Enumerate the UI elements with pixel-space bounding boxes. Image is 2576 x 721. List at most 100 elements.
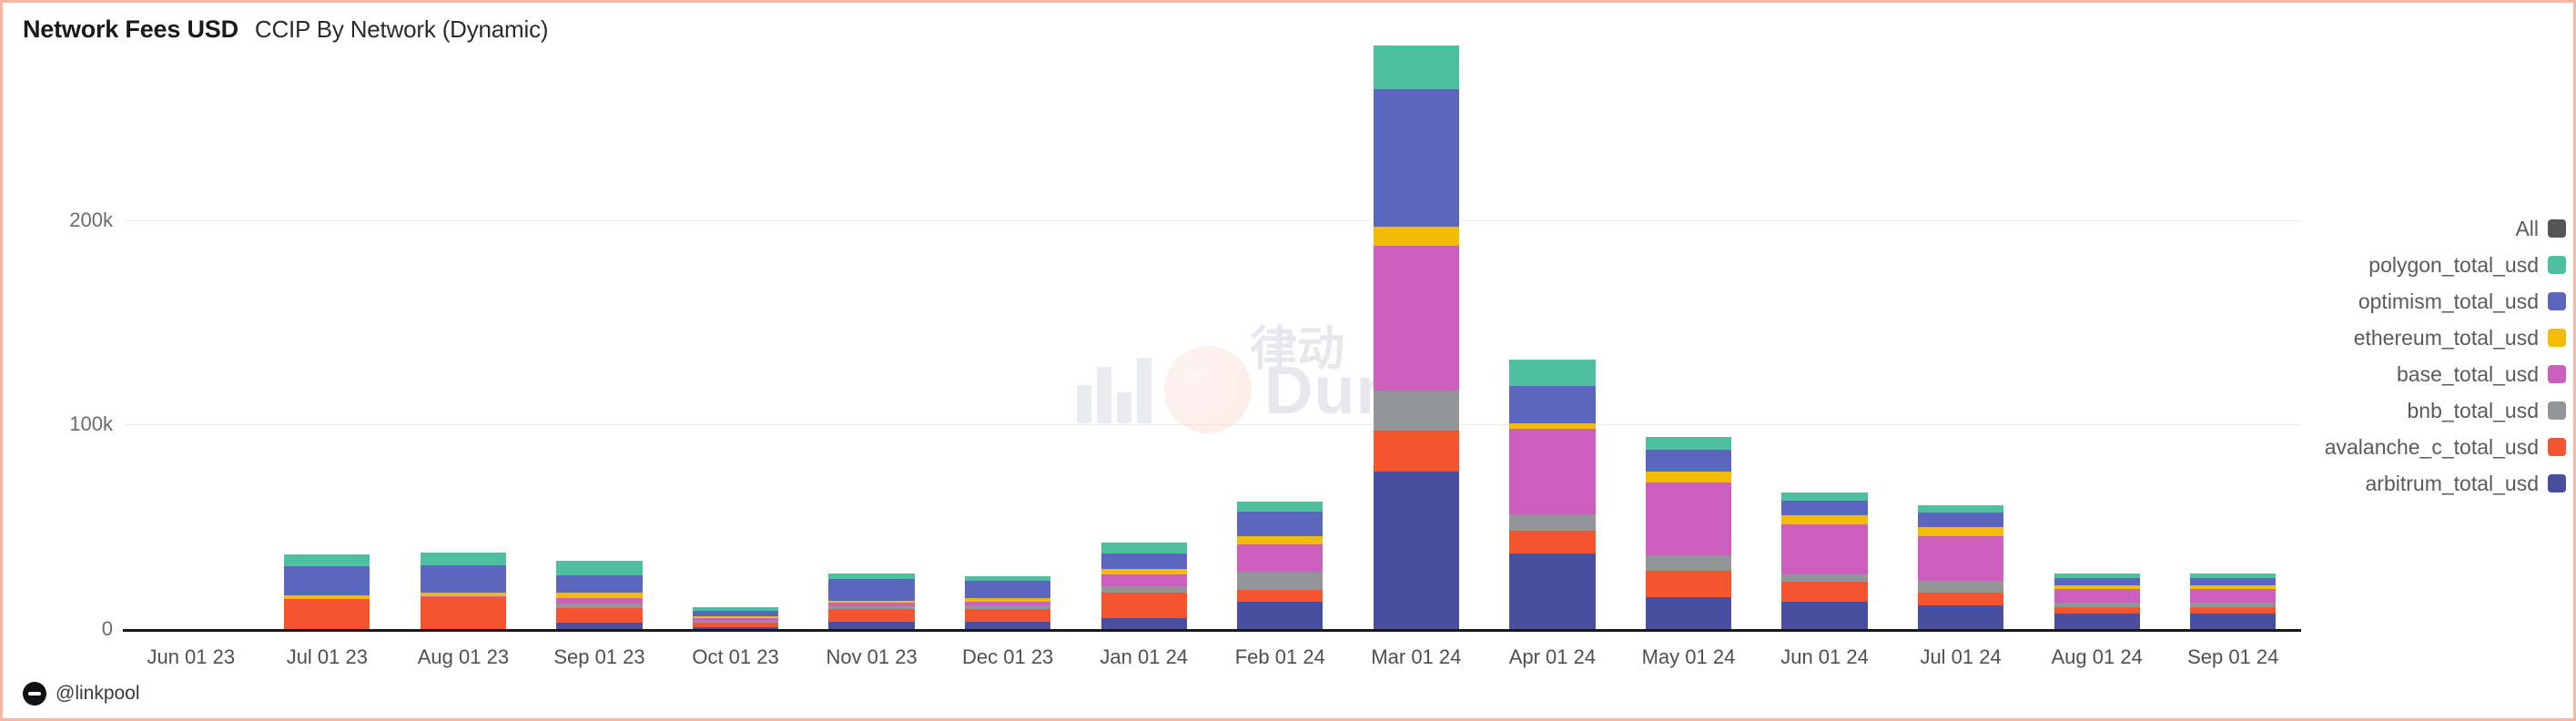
bar-segment-ethereum_total_usd[interactable] (1509, 423, 1596, 429)
bar-segment-optimism_total_usd[interactable] (420, 564, 506, 594)
bar-segment-ethereum_total_usd[interactable] (1237, 535, 1323, 544)
bar-segment-optimism_total_usd[interactable] (1100, 553, 1187, 570)
legend-item-bnb_total_usd[interactable]: bnb_total_usd (2309, 392, 2573, 429)
bar-segment-bnb_total_usd[interactable] (1645, 555, 1732, 571)
bar-segment-arbitrum_total_usd[interactable] (556, 623, 643, 629)
bar-segment-avalanche_c_total_usd[interactable] (1100, 593, 1187, 619)
bar-segment-polygon_total_usd[interactable] (1645, 436, 1732, 451)
bar-segment-arbitrum_total_usd[interactable] (1100, 618, 1187, 629)
bar-segment-bnb_total_usd[interactable] (2054, 602, 2140, 608)
bar-segment-base_total_usd[interactable] (2054, 589, 2140, 603)
bar-segment-ethereum_total_usd[interactable] (1645, 472, 1732, 483)
bar-segment-polygon_total_usd[interactable] (1781, 492, 1868, 501)
bar-stack[interactable] (1237, 501, 1323, 629)
bar-stack[interactable] (420, 552, 506, 629)
bar-stack[interactable] (828, 574, 915, 629)
bar-segment-bnb_total_usd[interactable] (828, 605, 915, 609)
bar-segment-base_total_usd[interactable] (2190, 589, 2277, 603)
bar-stack[interactable] (1373, 45, 1459, 629)
bar-segment-avalanche_c_total_usd[interactable] (2054, 607, 2140, 614)
bar-segment-ethereum_total_usd[interactable] (1917, 526, 2004, 536)
bar-segment-ethereum_total_usd[interactable] (2190, 584, 2277, 590)
bar-segment-base_total_usd[interactable] (420, 596, 506, 598)
bar-segment-arbitrum_total_usd[interactable] (1373, 472, 1459, 629)
legend-item-optimism_total_usd[interactable]: optimism_total_usd (2309, 283, 2573, 320)
legend-item-All[interactable]: All (2309, 210, 2573, 247)
bar-segment-avalanche_c_total_usd[interactable] (828, 608, 915, 623)
bar-segment-ethereum_total_usd[interactable] (828, 600, 915, 604)
bar-segment-ethereum_total_usd[interactable] (1373, 226, 1459, 246)
bar-segment-bnb_total_usd[interactable] (1917, 581, 2004, 593)
bar-segment-avalanche_c_total_usd[interactable] (556, 608, 643, 624)
bar-segment-polygon_total_usd[interactable] (828, 574, 915, 579)
bar-segment-polygon_total_usd[interactable] (692, 606, 779, 612)
bar-segment-base_total_usd[interactable] (1373, 245, 1459, 391)
bar-segment-base_total_usd[interactable] (1917, 535, 2004, 582)
bar-segment-ethereum_total_usd[interactable] (556, 592, 643, 598)
bar-segment-polygon_total_usd[interactable] (1373, 45, 1459, 90)
bar-segment-avalanche_c_total_usd[interactable] (1373, 431, 1459, 472)
bar-segment-polygon_total_usd[interactable] (2054, 574, 2140, 578)
legend-item-polygon_total_usd[interactable]: polygon_total_usd (2309, 247, 2573, 283)
bar-segment-optimism_total_usd[interactable] (556, 575, 643, 593)
legend-item-avalanche_c_total_usd[interactable]: avalanche_c_total_usd (2309, 429, 2573, 465)
bar-segment-bnb_total_usd[interactable] (1237, 572, 1323, 591)
bar-segment-arbitrum_total_usd[interactable] (2054, 614, 2140, 629)
bar-stack[interactable] (2054, 574, 2140, 629)
bar-segment-bnb_total_usd[interactable] (965, 605, 1051, 609)
bar-stack[interactable] (965, 575, 1051, 629)
bar-segment-avalanche_c_total_usd[interactable] (692, 622, 779, 627)
bar-segment-base_total_usd[interactable] (556, 597, 643, 604)
bar-segment-arbitrum_total_usd[interactable] (1917, 605, 2004, 629)
bar-segment-bnb_total_usd[interactable] (692, 621, 779, 623)
bar-segment-bnb_total_usd[interactable] (1373, 391, 1459, 432)
bar-segment-base_total_usd[interactable] (828, 603, 915, 606)
bar-segment-optimism_total_usd[interactable] (692, 611, 779, 616)
bar-segment-avalanche_c_total_usd[interactable] (1781, 582, 1868, 602)
bar-segment-ethereum_total_usd[interactable] (2054, 584, 2140, 590)
bar-segment-arbitrum_total_usd[interactable] (1509, 553, 1596, 629)
bar-segment-optimism_total_usd[interactable] (965, 581, 1051, 599)
bar-stack[interactable] (1100, 542, 1187, 629)
bar-segment-arbitrum_total_usd[interactable] (965, 622, 1051, 629)
bar-segment-optimism_total_usd[interactable] (1917, 512, 2004, 527)
bar-segment-arbitrum_total_usd[interactable] (1645, 597, 1732, 629)
bar-stack[interactable] (1917, 505, 2004, 629)
bar-segment-arbitrum_total_usd[interactable] (1237, 601, 1323, 629)
bar-segment-arbitrum_total_usd[interactable] (828, 622, 915, 629)
bar-segment-optimism_total_usd[interactable] (1645, 450, 1732, 472)
bar-segment-base_total_usd[interactable] (692, 617, 779, 622)
bar-segment-optimism_total_usd[interactable] (2190, 577, 2277, 585)
bar-segment-optimism_total_usd[interactable] (1373, 89, 1459, 227)
bar-segment-polygon_total_usd[interactable] (284, 554, 370, 566)
bar-segment-base_total_usd[interactable] (1237, 543, 1323, 573)
legend-item-arbitrum_total_usd[interactable]: arbitrum_total_usd (2309, 465, 2573, 502)
bar-segment-optimism_total_usd[interactable] (1509, 385, 1596, 424)
bar-segment-base_total_usd[interactable] (1100, 574, 1187, 587)
bar-segment-polygon_total_usd[interactable] (1237, 501, 1323, 512)
bar-segment-polygon_total_usd[interactable] (965, 575, 1051, 582)
bar-stack[interactable] (284, 554, 370, 629)
bar-segment-bnb_total_usd[interactable] (1509, 514, 1596, 532)
bar-segment-optimism_total_usd[interactable] (1781, 500, 1868, 516)
bar-stack[interactable] (692, 606, 779, 629)
bar-segment-arbitrum_total_usd[interactable] (692, 626, 779, 629)
legend-item-base_total_usd[interactable]: base_total_usd (2309, 356, 2573, 392)
bar-stack[interactable] (1509, 359, 1596, 629)
bar-segment-polygon_total_usd[interactable] (1917, 505, 2004, 513)
bar-segment-polygon_total_usd[interactable] (2190, 574, 2277, 578)
author-handle[interactable]: @linkpool (56, 683, 140, 705)
bar-stack[interactable] (1781, 492, 1868, 629)
bar-segment-ethereum_total_usd[interactable] (1100, 569, 1187, 575)
bar-segment-arbitrum_total_usd[interactable] (2190, 614, 2277, 629)
bar-segment-avalanche_c_total_usd[interactable] (2190, 607, 2277, 614)
bar-segment-base_total_usd[interactable] (1645, 482, 1732, 556)
legend-item-ethereum_total_usd[interactable]: ethereum_total_usd (2309, 320, 2573, 356)
bar-segment-bnb_total_usd[interactable] (2190, 602, 2277, 608)
bar-segment-avalanche_c_total_usd[interactable] (420, 597, 506, 629)
bar-segment-optimism_total_usd[interactable] (284, 565, 370, 596)
bar-segment-arbitrum_total_usd[interactable] (1781, 601, 1868, 629)
bar-segment-avalanche_c_total_usd[interactable] (1237, 590, 1323, 602)
bar-segment-polygon_total_usd[interactable] (1100, 542, 1187, 554)
bar-segment-optimism_total_usd[interactable] (2054, 577, 2140, 585)
